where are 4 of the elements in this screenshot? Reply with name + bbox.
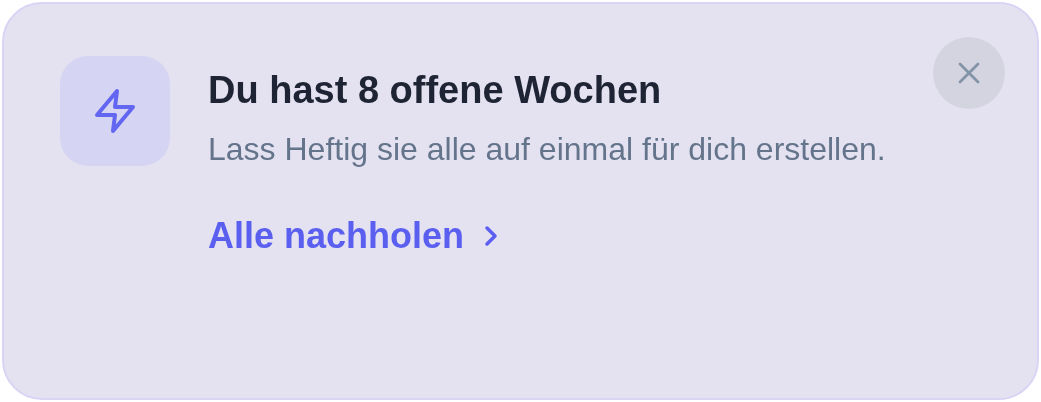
catch-up-link[interactable]: Alle nachholen xyxy=(208,214,501,258)
notification-message: Lass Heftig sie alle auf einmal für dich erstellen. xyxy=(208,130,887,169)
close-icon xyxy=(957,61,981,85)
notification-title: Du hast 8 offene Wochen xyxy=(208,68,663,113)
